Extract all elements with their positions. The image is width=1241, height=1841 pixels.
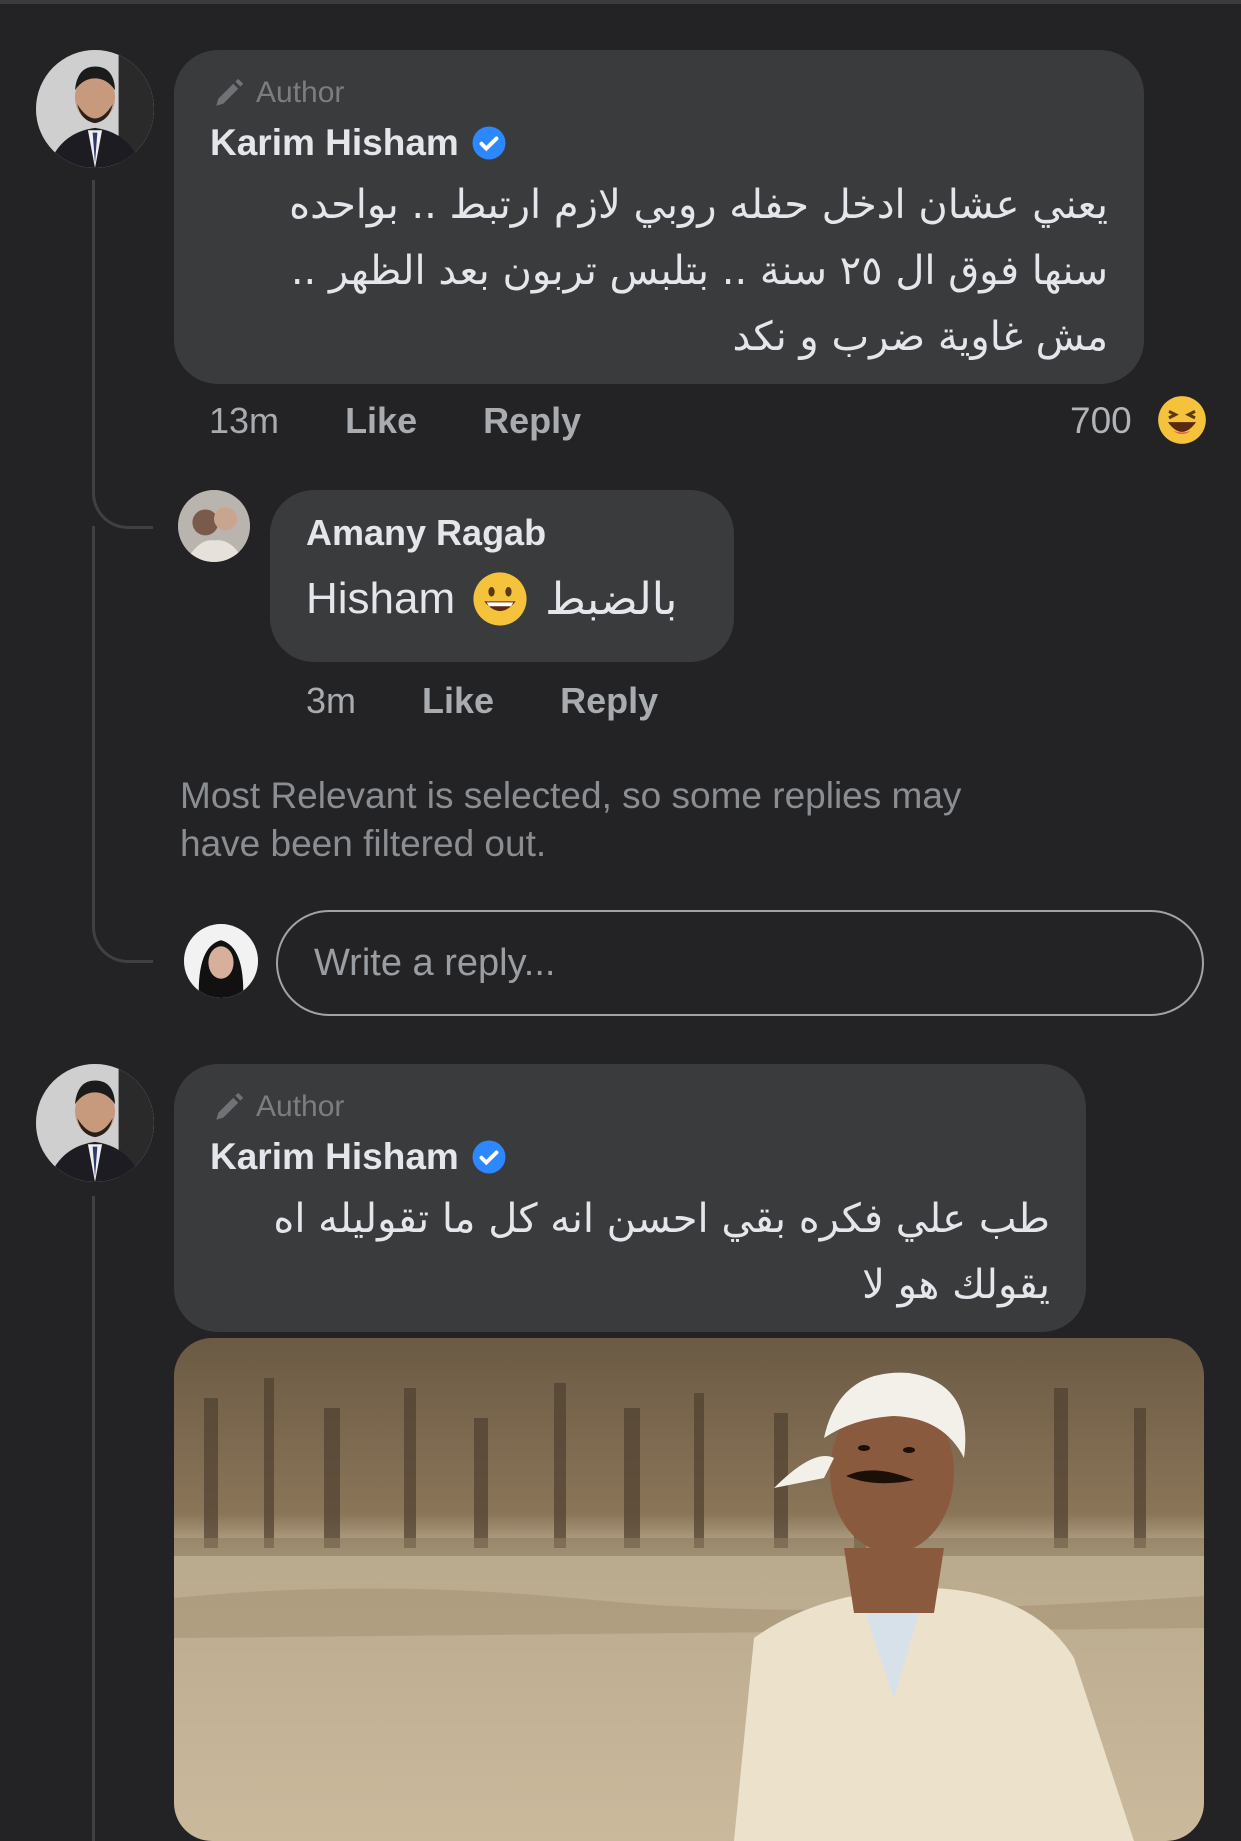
- write-reply-placeholder[interactable]: Write a reply...: [314, 942, 555, 985]
- comment-text: طب علي فكره بقي احسن انه كل ما تقوليله ا…: [210, 1186, 1050, 1318]
- verified-badge-icon: [472, 126, 506, 160]
- amany-ragab-avatar[interactable]: [178, 490, 250, 562]
- thread-connector: [92, 440, 153, 529]
- filter-notice-line: Most Relevant is selected, so some repli…: [180, 775, 962, 816]
- comment-bubble[interactable]: Author Karim Hisham طب علي فكره بقي احسن…: [174, 1064, 1086, 1332]
- reply-text-mention[interactable]: Hisham: [306, 574, 455, 624]
- commenter-name-text[interactable]: Karim Hisham: [210, 1136, 459, 1178]
- karim-hisham-avatar[interactable]: [36, 1064, 154, 1182]
- author-badge: Author: [212, 76, 344, 110]
- reply-actions: 3m Like Reply: [306, 680, 658, 722]
- thread-connector: [92, 880, 153, 963]
- comment-text-line: طب علي فكره بقي احسن انه كل ما تقوليله ا…: [273, 1196, 1050, 1242]
- commenter-name[interactable]: Karim Hisham: [210, 122, 507, 164]
- top-divider: [0, 0, 1241, 4]
- reply-text: Hisham بالضبط: [306, 570, 677, 628]
- comment-image[interactable]: [174, 1338, 1204, 1841]
- verified-badge-icon: [472, 1140, 506, 1174]
- comment-bubble[interactable]: Author Karim Hisham يعني عشان ادخل حفله …: [174, 50, 1144, 384]
- comment-text-line: سنها فوق ال ٢٥ سنة .. بتلبس تربون بعد ال…: [290, 248, 1108, 294]
- filter-notice: Most Relevant is selected, so some repli…: [180, 772, 961, 868]
- reply-text-arabic: بالضبط: [545, 573, 678, 625]
- reply-reply-button[interactable]: Reply: [560, 680, 658, 721]
- comment-text-line: مش غاوية ضرب و نكد: [732, 314, 1108, 360]
- reply-author-name[interactable]: Amany Ragab: [306, 512, 546, 554]
- author-badge: Author: [212, 1090, 344, 1124]
- filter-notice-line: have been filtered out.: [180, 823, 547, 864]
- pencil-icon: [216, 1092, 244, 1120]
- commenter-name[interactable]: Karim Hisham: [210, 1136, 507, 1178]
- thread-line: [92, 1196, 95, 1841]
- write-reply-input[interactable]: Write a reply...: [276, 910, 1204, 1016]
- grinning-emoji-icon: [473, 572, 527, 626]
- reply-timestamp[interactable]: 3m: [306, 680, 356, 721]
- current-user-avatar[interactable]: [184, 924, 258, 998]
- thread-line: [92, 526, 95, 916]
- laughing-emoji-icon[interactable]: [1156, 394, 1208, 446]
- thread-line: [92, 180, 95, 450]
- karim-hisham-avatar[interactable]: [36, 50, 154, 168]
- like-button[interactable]: Like: [345, 400, 417, 441]
- timestamp[interactable]: 13m: [209, 400, 279, 441]
- comment-text: يعني عشان ادخل حفله روبي لازم ارتبط .. ب…: [208, 172, 1108, 370]
- pencil-icon: [216, 78, 244, 106]
- reaction-count[interactable]: 700: [1070, 400, 1132, 442]
- author-badge-label: Author: [256, 1090, 345, 1123]
- comment-text-line: يعني عشان ادخل حفله روبي لازم ارتبط .. ب…: [289, 182, 1108, 228]
- reply-button[interactable]: Reply: [483, 400, 581, 441]
- author-badge-label: Author: [256, 76, 345, 109]
- commenter-name-text[interactable]: Karim Hisham: [210, 122, 459, 164]
- reply-bubble[interactable]: Amany Ragab Hisham بالضبط: [270, 490, 734, 662]
- reply-like-button[interactable]: Like: [422, 680, 494, 721]
- comment-text-line: يقولك هو لا: [862, 1262, 1050, 1308]
- comment-actions: 13m Like Reply: [209, 400, 581, 442]
